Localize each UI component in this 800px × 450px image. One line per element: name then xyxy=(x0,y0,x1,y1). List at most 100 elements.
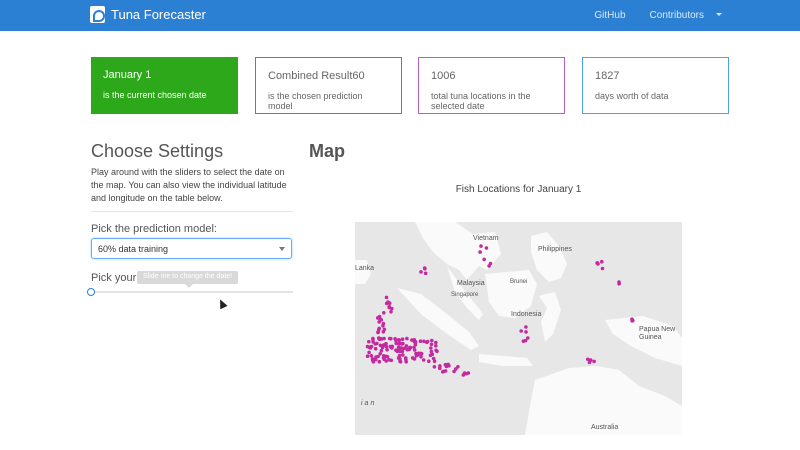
current-date-caption: is the current chosen date xyxy=(103,90,207,100)
fish-point xyxy=(524,330,528,334)
days-caption: days worth of data xyxy=(595,91,669,101)
fish-point xyxy=(429,342,434,347)
map-label-vietnam: Vietnam xyxy=(473,235,499,242)
model-label: Pick the prediction model: xyxy=(91,223,217,235)
map-label-malaysia: Malaysia xyxy=(457,280,485,287)
fish-point xyxy=(600,266,605,271)
fish-point xyxy=(434,340,438,345)
fish-point xyxy=(387,304,391,309)
fish-point xyxy=(401,353,405,357)
fish-point xyxy=(630,318,635,323)
fish-point xyxy=(371,340,375,344)
fish-point xyxy=(382,311,386,315)
map-label-australia: Australia xyxy=(591,424,619,431)
fish-point xyxy=(400,342,404,346)
fish-point xyxy=(397,353,402,358)
fish-point xyxy=(389,310,393,314)
fish-point xyxy=(454,367,458,371)
fish-point xyxy=(430,338,434,343)
fish-point xyxy=(394,341,398,346)
sulawesi-land xyxy=(539,292,561,342)
fish-point xyxy=(389,336,393,341)
fish-point xyxy=(464,371,469,376)
fish-point xyxy=(438,366,442,370)
fish-point xyxy=(479,244,483,248)
navbar: Tuna Forecaster GitHub Contributors xyxy=(0,0,800,31)
fish-point xyxy=(396,338,401,342)
fish-point xyxy=(519,329,523,333)
fish-point xyxy=(410,356,415,360)
fish-point xyxy=(401,346,405,351)
map-land xyxy=(355,222,682,435)
brand-title: Tuna Forecaster xyxy=(111,7,206,22)
fish-point xyxy=(600,259,604,264)
fish-point xyxy=(367,345,372,350)
fish-point xyxy=(431,356,436,361)
map-title: Map xyxy=(309,141,345,161)
settings-description: Play around with the sliders to select t… xyxy=(91,167,287,203)
contributors-dropdown[interactable]: Contributors xyxy=(638,10,722,21)
fish-point xyxy=(423,271,428,276)
map-label-ocean: ian xyxy=(361,400,377,407)
fish-point xyxy=(524,325,528,329)
fish-point xyxy=(432,365,437,369)
fish-point xyxy=(427,359,431,363)
fish-point xyxy=(617,282,621,286)
locations-value: 1006 xyxy=(431,70,456,82)
fish-point xyxy=(408,345,412,350)
model-value: Combined Result60 xyxy=(268,70,365,82)
fish-point xyxy=(373,346,378,351)
fish-point xyxy=(373,357,378,362)
dropdown-arrow-icon xyxy=(279,247,285,251)
fish-point xyxy=(429,349,434,354)
fish-point xyxy=(595,261,600,265)
fish-point xyxy=(377,320,381,324)
map-label-lanka: Lanka xyxy=(355,265,375,272)
brand[interactable]: Tuna Forecaster xyxy=(90,6,206,23)
sri-lanka-land xyxy=(355,260,371,284)
map-label-philippines: Philippines xyxy=(538,246,572,253)
fish-point xyxy=(419,270,423,274)
current-date-card: January 1 is the current chosen date xyxy=(91,57,238,114)
fish-point xyxy=(422,266,427,270)
fish-point xyxy=(384,344,389,349)
fish-point xyxy=(379,337,384,341)
fish-point xyxy=(390,346,394,350)
date-slider-handle[interactable] xyxy=(87,288,95,296)
fish-point xyxy=(405,336,409,341)
github-link[interactable]: GitHub xyxy=(594,10,625,21)
fish-point xyxy=(425,340,429,345)
fish-point xyxy=(440,370,445,374)
fish-point xyxy=(387,301,392,305)
fish-point xyxy=(387,358,391,362)
fish-point xyxy=(396,345,401,349)
fish-point xyxy=(521,339,526,343)
date-slider-track[interactable] xyxy=(91,291,293,293)
fish-point xyxy=(381,330,386,334)
fish-point xyxy=(404,360,408,364)
fish-map[interactable]: Vietnam Philippines Lanka Malaysia Singa… xyxy=(355,222,682,435)
model-caption: is the chosen prediction model xyxy=(268,91,363,111)
fish-point xyxy=(434,348,438,353)
fish-point xyxy=(447,363,451,368)
model-select[interactable]: 60% data training xyxy=(91,238,292,259)
fish-point xyxy=(377,314,382,319)
fish-point xyxy=(478,250,482,254)
map-label-singapore: Singapore xyxy=(451,292,479,298)
map-label-indonesia: Indonesia xyxy=(511,311,542,318)
locations-card: 1006 total tuna locations in the selecte… xyxy=(418,57,565,114)
contributors-label: Contributors xyxy=(649,10,704,21)
fish-point xyxy=(487,264,491,268)
fish-point xyxy=(419,355,423,359)
model-select-value: 60% data training xyxy=(98,244,169,254)
locations-caption: total tuna locations in the selected dat… xyxy=(431,91,531,111)
fish-point xyxy=(398,349,402,354)
map-subtitle: Fish Locations for January 1 xyxy=(455,184,582,195)
fish-point xyxy=(379,348,384,353)
fish-point xyxy=(381,321,386,326)
fish-point xyxy=(416,351,421,356)
caret-down-icon xyxy=(716,13,722,16)
fish-point xyxy=(385,347,389,352)
fish-point xyxy=(375,341,379,346)
fish-point xyxy=(398,360,403,364)
